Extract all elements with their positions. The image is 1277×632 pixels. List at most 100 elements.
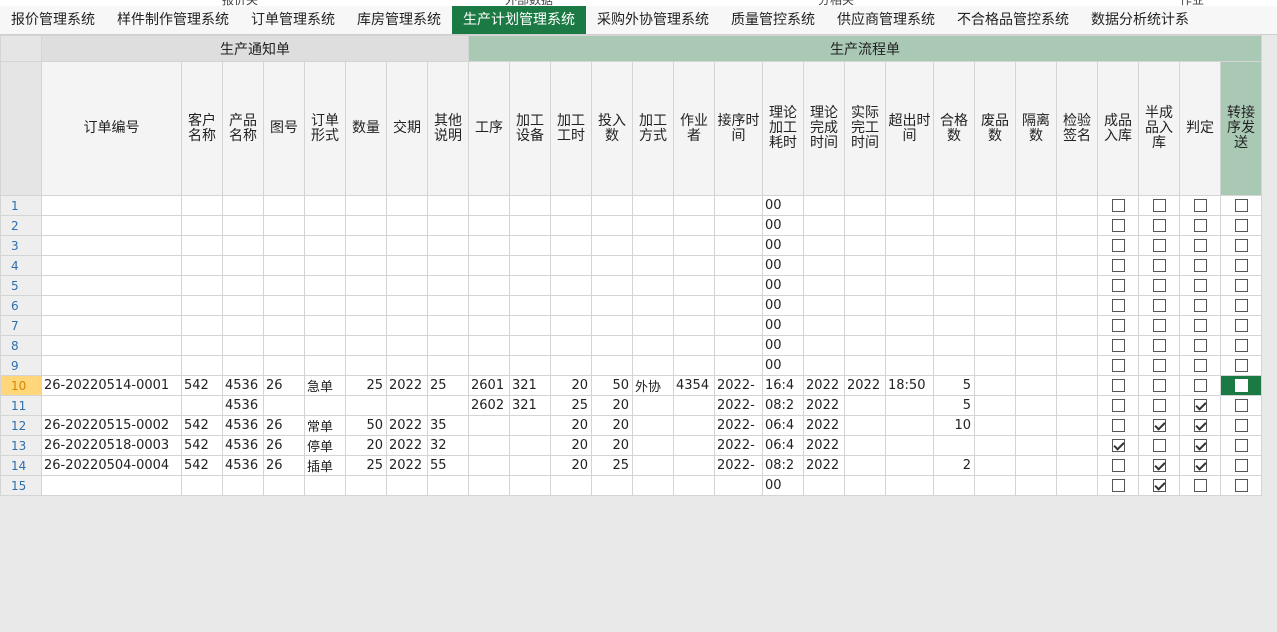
grid-cell[interactable] (885, 215, 934, 236)
row-number[interactable]: 5 (0, 275, 42, 296)
grid-cell[interactable] (591, 315, 633, 336)
grid-cell[interactable] (1056, 395, 1098, 416)
grid-cell[interactable] (468, 295, 510, 316)
checkbox[interactable] (1111, 299, 1125, 312)
grid-cell[interactable] (41, 195, 182, 216)
grid-cell[interactable] (632, 315, 674, 336)
grid-cell[interactable] (181, 335, 223, 356)
grid-cell[interactable] (591, 255, 633, 276)
grid-cell[interactable] (386, 275, 428, 296)
grid-cell[interactable] (632, 215, 674, 236)
checkbox[interactable] (1234, 219, 1248, 232)
grid-cell[interactable] (386, 295, 428, 316)
checkbox[interactable] (1152, 459, 1166, 472)
grid-cell[interactable] (933, 315, 975, 336)
grid-cell[interactable] (509, 455, 551, 476)
grid-cell[interactable] (468, 415, 510, 436)
grid-cell[interactable]: 542 (181, 375, 223, 396)
grid-cell[interactable]: 32 (427, 435, 469, 456)
grid-cell[interactable] (885, 235, 934, 256)
checkbox[interactable] (1234, 359, 1248, 372)
checkbox[interactable] (1193, 399, 1207, 412)
grid-cell[interactable] (222, 255, 264, 276)
grid-cell[interactable] (714, 275, 763, 296)
grid-cell[interactable] (933, 435, 975, 456)
grid-cell[interactable] (974, 395, 1016, 416)
grid-cell[interactable]: 20 (550, 435, 592, 456)
grid-cell[interactable] (181, 395, 223, 416)
grid-cell[interactable] (427, 355, 469, 376)
grid-cell[interactable] (933, 195, 975, 216)
grid-cell[interactable]: 2022 (386, 415, 428, 436)
grid-cell[interactable] (1056, 195, 1098, 216)
grid-cell[interactable] (509, 295, 551, 316)
checkbox[interactable] (1234, 439, 1248, 452)
column-header[interactable]: 作业者 (673, 61, 715, 196)
grid-cell[interactable]: 00 (762, 315, 804, 336)
row-number[interactable]: 8 (0, 335, 42, 356)
grid-cell[interactable] (1015, 275, 1057, 296)
grid-cell[interactable]: 00 (762, 275, 804, 296)
grid-cell[interactable]: 4536 (222, 395, 264, 416)
grid-cell[interactable] (304, 195, 346, 216)
grid-cell[interactable]: 急单 (304, 375, 346, 396)
grid-cell[interactable] (844, 315, 886, 336)
grid-cell[interactable] (222, 315, 264, 336)
grid-cell[interactable] (304, 215, 346, 236)
menu-item-1[interactable]: 样件制作管理系统 (106, 6, 240, 34)
grid-cell[interactable] (885, 355, 934, 376)
grid-cell[interactable] (885, 435, 934, 456)
grid-cell[interactable] (427, 195, 469, 216)
grid-cell[interactable] (345, 395, 387, 416)
grid-cell[interactable]: 26 (263, 435, 305, 456)
grid-cell[interactable] (304, 335, 346, 356)
column-header[interactable]: 工序 (468, 61, 510, 196)
grid-cell[interactable] (509, 215, 551, 236)
grid-cell[interactable] (509, 475, 551, 496)
grid-cell[interactable] (844, 355, 886, 376)
grid-cell[interactable] (427, 275, 469, 296)
column-header[interactable]: 成品入库 (1097, 61, 1139, 196)
grid-cell[interactable]: 20 (550, 455, 592, 476)
grid-cell[interactable] (673, 475, 715, 496)
grid-cell[interactable] (844, 395, 886, 416)
grid-cell[interactable] (304, 315, 346, 336)
grid-cell[interactable] (632, 475, 674, 496)
menu-item-8[interactable]: 不合格品管控系统 (946, 6, 1080, 34)
grid-cell[interactable] (181, 215, 223, 236)
column-header[interactable]: 交期 (386, 61, 428, 196)
grid-cell[interactable] (591, 275, 633, 296)
grid-cell[interactable] (844, 275, 886, 296)
grid-cell[interactable] (714, 235, 763, 256)
grid-cell[interactable] (803, 215, 845, 236)
grid-cell[interactable]: 2022- (714, 435, 763, 456)
grid-cell[interactable] (885, 195, 934, 216)
grid-cell[interactable] (550, 315, 592, 336)
grid-cell[interactable] (468, 455, 510, 476)
grid-cell[interactable] (974, 315, 1016, 336)
checkbox[interactable] (1234, 299, 1248, 312)
grid-cell[interactable]: 4536 (222, 415, 264, 436)
grid-cell[interactable]: 00 (762, 335, 804, 356)
grid-cell[interactable] (345, 335, 387, 356)
checkbox[interactable] (1152, 339, 1166, 352)
checkbox[interactable] (1111, 219, 1125, 232)
grid-cell[interactable]: 5 (933, 395, 975, 416)
grid-cell[interactable] (345, 275, 387, 296)
grid-cell[interactable] (304, 255, 346, 276)
checkbox[interactable] (1193, 319, 1207, 332)
checkbox[interactable] (1234, 339, 1248, 352)
grid-cell[interactable] (181, 235, 223, 256)
grid-cell[interactable] (509, 415, 551, 436)
grid-cell[interactable] (509, 235, 551, 256)
grid-cell[interactable] (222, 475, 264, 496)
grid-cell[interactable] (550, 255, 592, 276)
column-header[interactable]: 检验签名 (1056, 61, 1098, 196)
grid-cell[interactable]: 20 (550, 415, 592, 436)
grid-cell[interactable] (673, 195, 715, 216)
checkbox[interactable] (1111, 279, 1125, 292)
grid-cell[interactable] (844, 475, 886, 496)
grid-cell[interactable] (1056, 215, 1098, 236)
column-header[interactable]: 数量 (345, 61, 387, 196)
grid-cell[interactable] (1015, 415, 1057, 436)
